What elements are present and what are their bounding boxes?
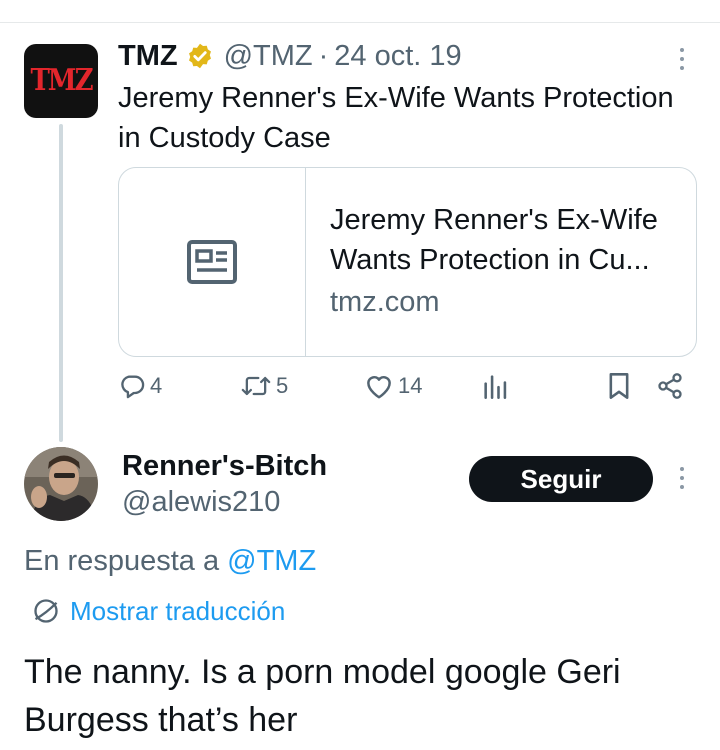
share-button[interactable] [656,372,684,400]
bookmark-button[interactable] [606,372,632,400]
reply-tweet-text: The nanny. Is a porn model google Geri B… [24,653,621,739]
parent-tweet-date[interactable]: 24 oct. 19 [334,40,461,73]
tweet-thread-page: TMZ TMZ @TMZ · 24 oct. 19 Jeremy Renner'… [0,0,720,750]
avatar-photo [24,447,98,521]
retweet-button[interactable]: 5 [240,372,288,400]
follow-button[interactable]: Seguir [469,456,653,502]
reply-author-handle[interactable]: @alewis210 [122,484,280,520]
retweet-count: 5 [276,373,289,398]
parent-tweet-text: Jeremy Renner's Ex-Wife Wants Protection… [118,82,674,154]
reply-more-options-icon[interactable] [678,467,686,489]
in-reply-prefix: En respuesta a [24,545,220,577]
parent-action-bar: 4 5 14 [118,372,688,408]
share-icon [658,373,682,399]
top-divider [0,22,720,23]
translate-globe-icon [34,599,58,623]
card-body: Jeremy Renner's Ex-Wife Wants Protection… [306,168,680,356]
show-translation-link[interactable]: Mostrar traducción [32,595,285,627]
in-reply-mention-link[interactable]: @TMZ [227,545,316,577]
bookmark-icon [609,373,629,399]
like-count: 14 [398,373,423,398]
thread-connector-line [59,124,63,442]
tmz-logo-text: TMZ [30,63,93,99]
like-button[interactable]: 14 [364,372,422,400]
analytics-icon [484,375,507,399]
card-thumbnail [119,168,306,356]
reply-button[interactable]: 4 [118,372,162,400]
heart-icon [367,375,391,399]
in-reply-to: En respuesta a @TMZ [24,543,316,579]
reply-author-name[interactable]: Renner's-Bitch [122,448,327,484]
parent-more-options-icon[interactable] [678,48,686,70]
reply-icon [121,375,145,399]
article-icon [187,240,237,284]
parent-author-name[interactable]: TMZ [118,40,178,73]
reply-author-avatar[interactable] [24,447,98,521]
tmz-avatar[interactable]: TMZ [24,44,98,118]
link-preview-card[interactable]: Jeremy Renner's Ex-Wife Wants Protection… [118,167,697,357]
parent-tweet-header: TMZ @TMZ · 24 oct. 19 [118,36,462,76]
views-button[interactable] [482,372,508,400]
card-domain: tmz.com [330,286,440,318]
parent-author-handle[interactable]: @TMZ [224,40,313,73]
show-translation-label: Mostrar traducción [70,595,286,626]
header-separator: · [318,39,329,72]
card-title: Jeremy Renner's Ex-Wife Wants Protection… [330,204,658,276]
verified-badge-icon [188,43,211,69]
reply-count: 4 [150,373,163,398]
retweet-icon [241,376,271,396]
